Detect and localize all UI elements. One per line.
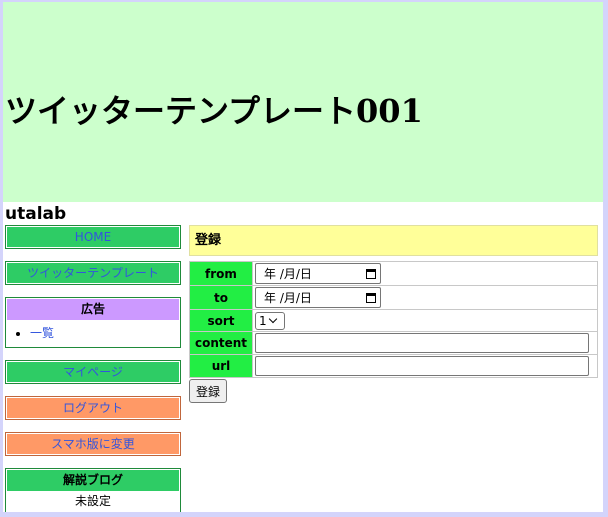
main-content: 登録 from 年 /月/日 to 年 /月/日 sort 1 content … <box>189 225 598 403</box>
ad-list: 一覧 <box>6 324 180 341</box>
ad-box-title: 広告 <box>7 299 179 320</box>
submit-button[interactable]: 登録 <box>189 379 228 403</box>
to-date-input[interactable]: 年 /月/日 <box>255 287 381 308</box>
from-date-value: 年 /月/日 <box>264 267 312 281</box>
from-label: from <box>189 261 253 286</box>
url-input[interactable] <box>255 356 589 376</box>
content-cell <box>252 331 598 355</box>
chevron-down-icon <box>268 314 277 324</box>
url-cell <box>252 354 598 378</box>
sort-select[interactable]: 1 <box>255 311 285 330</box>
ad-box: 広告 一覧 <box>5 297 181 348</box>
ad-list-link[interactable]: 一覧 <box>30 326 54 340</box>
username: utalab <box>5 204 67 224</box>
calendar-icon[interactable] <box>366 292 376 303</box>
to-label: to <box>189 285 253 310</box>
content-input[interactable] <box>255 333 589 353</box>
sort-cell: 1 <box>252 309 598 332</box>
content-label: content <box>189 331 253 355</box>
logout-button[interactable]: ログアウト <box>5 396 181 420</box>
table-row: url <box>189 354 598 378</box>
blog-value: 未設定 <box>74 494 111 508</box>
from-date-input[interactable]: 年 /月/日 <box>255 263 381 284</box>
mypage-button[interactable]: マイページ <box>5 360 181 384</box>
url-label: url <box>189 354 253 378</box>
section-title: 登録 <box>189 225 598 256</box>
to-cell: 年 /月/日 <box>252 285 598 310</box>
sort-label: sort <box>189 309 253 332</box>
blog-box: 解説ブログ 未設定 <box>5 468 181 512</box>
site-header: ツイッターテンプレート001 <box>3 2 603 202</box>
blog-box-title: 解説ブログ <box>7 470 179 491</box>
table-row: content <box>189 331 598 355</box>
calendar-icon[interactable] <box>366 268 376 279</box>
sidebar: HOME ツイッターテンプレート 広告 一覧 マイページ ログアウト スマホ版に… <box>5 225 181 512</box>
from-cell: 年 /月/日 <box>252 261 598 286</box>
table-row: from 年 /月/日 <box>189 261 598 286</box>
table-row: sort 1 <box>189 309 598 332</box>
page: ツイッターテンプレート001 utalab HOME ツイッターテンプレート 広… <box>3 2 603 512</box>
table-row: to 年 /月/日 <box>189 285 598 310</box>
home-button[interactable]: HOME <box>5 225 181 249</box>
sort-value: 1 <box>259 313 267 328</box>
register-form: from 年 /月/日 to 年 /月/日 sort 1 content url <box>189 261 598 378</box>
to-date-value: 年 /月/日 <box>264 291 312 305</box>
switch-mobile-button[interactable]: スマホ版に変更 <box>5 432 181 456</box>
twitter-template-button[interactable]: ツイッターテンプレート <box>5 261 181 285</box>
list-item: 一覧 <box>30 324 180 341</box>
site-title: ツイッターテンプレート001 <box>5 92 423 130</box>
